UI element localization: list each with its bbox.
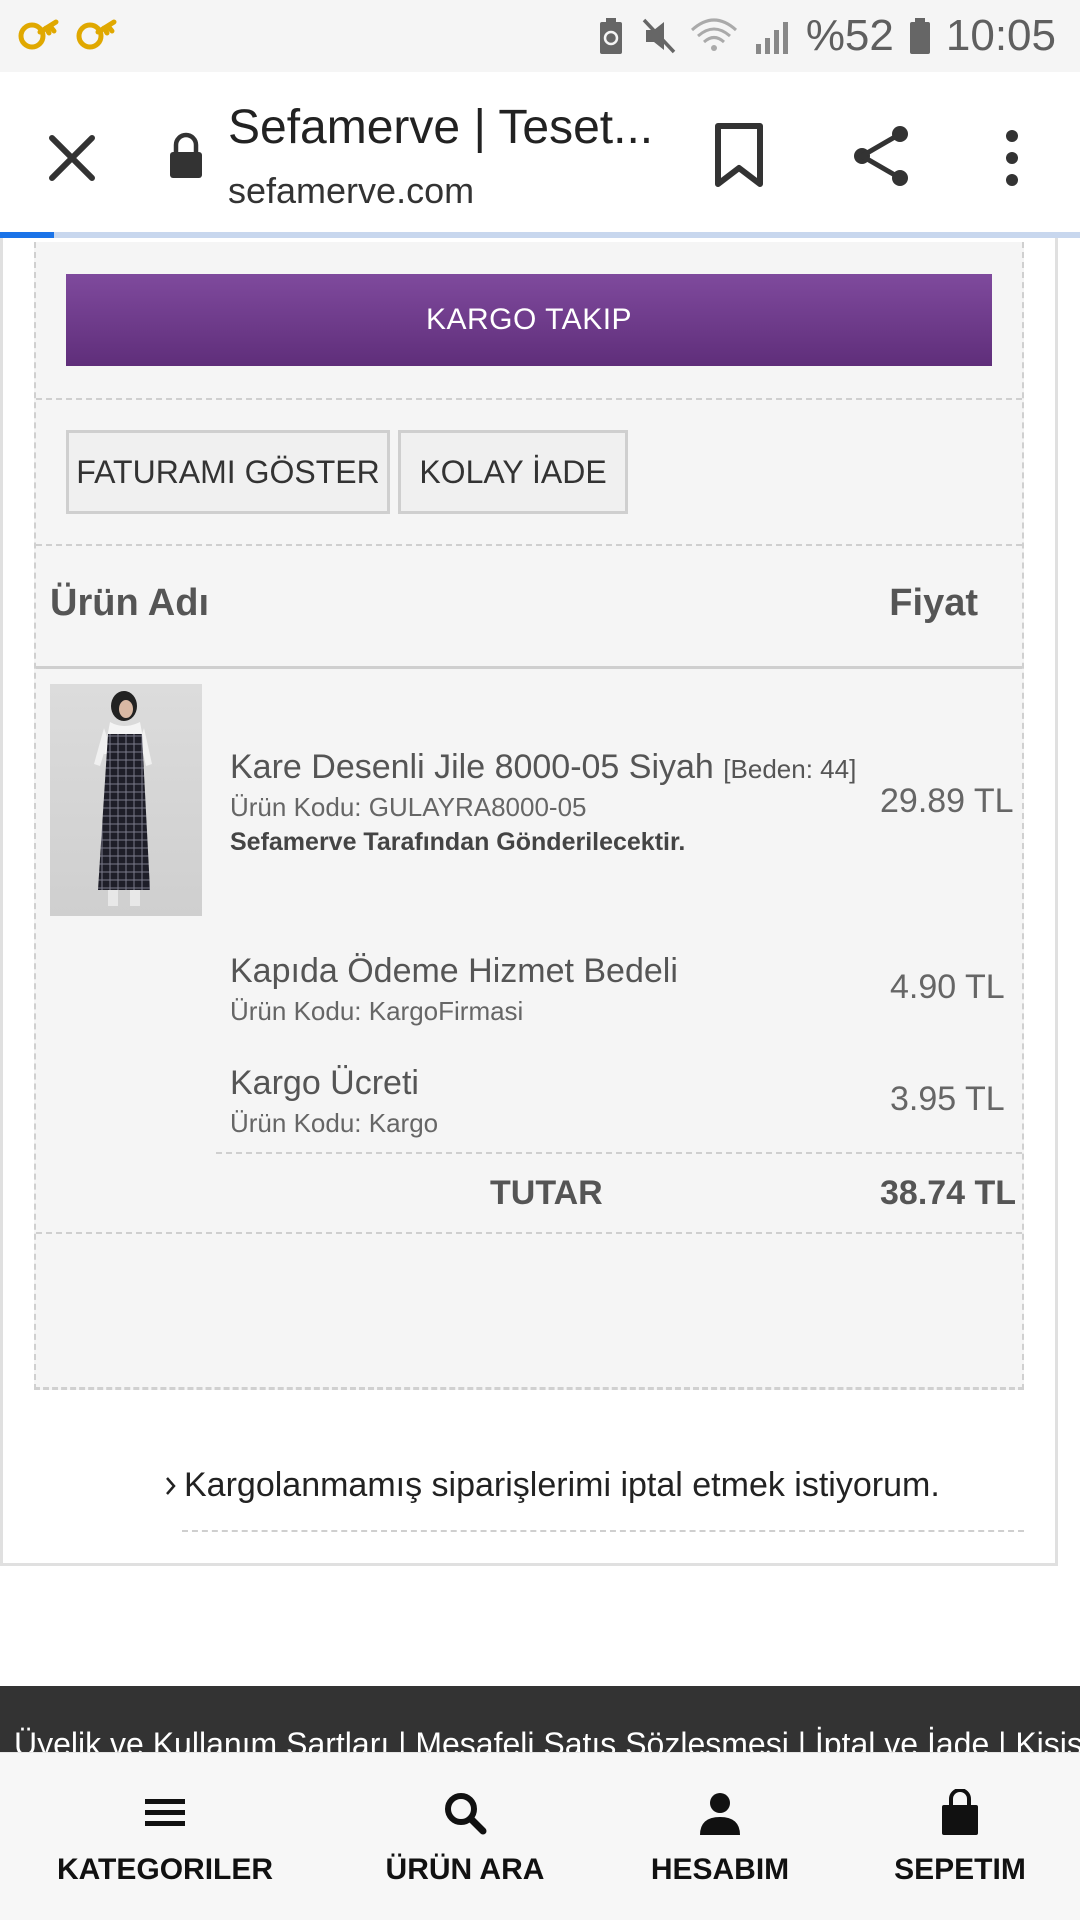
cancel-orders-link[interactable]: Kargolanmamış siparişlerimi iptal etmek … xyxy=(164,1466,940,1505)
nav-label: KATEGORILER xyxy=(56,1853,274,1886)
show-invoice-button[interactable]: FATURAMI GÖSTER xyxy=(66,430,390,514)
table-header-divider xyxy=(36,666,1022,669)
footer-links-bar: Üyelik ve Kullanım Şartları | Mesafeli S… xyxy=(0,1686,1080,1756)
item-size: [Beden: 44] xyxy=(723,754,857,784)
easy-return-button[interactable]: KOLAY İADE xyxy=(398,430,628,514)
shipper-note: Sefamerve Tarafından Gönderilecektir. xyxy=(230,828,686,856)
page-title: Sefamerve | Teset... xyxy=(228,101,654,154)
item-name: Kare Desenli Jile 8000-05 Siyah [Beden: … xyxy=(230,748,856,787)
battery-saver-icon xyxy=(599,18,622,54)
bag-icon xyxy=(942,1789,978,1835)
item-code: Ürün Kodu: KargoFirmasi xyxy=(230,996,524,1026)
status-bar: %52 10:05 xyxy=(0,0,1080,72)
column-header-price: Fiyat xyxy=(889,582,978,624)
wifi-icon xyxy=(690,18,737,51)
nav-label: HESABIM xyxy=(650,1853,790,1886)
share-icon[interactable] xyxy=(852,124,912,188)
kargo-takip-button[interactable]: KARGO TAKIP xyxy=(66,274,992,366)
battery-icon xyxy=(909,18,930,54)
divider xyxy=(36,544,1022,546)
item-code: Ürün Kodu: GULAYRA8000-05 xyxy=(230,792,587,822)
product-figure-icon xyxy=(94,691,152,906)
product-image[interactable] xyxy=(50,684,202,916)
signal-icon xyxy=(755,22,788,54)
item-price: 29.89 TL xyxy=(880,782,1014,820)
nav-cart[interactable]: SEPETIM xyxy=(880,1753,1040,1920)
column-header-product: Ürün Adı xyxy=(50,582,210,624)
divider xyxy=(216,1152,1022,1154)
cancel-orders-text: Kargolanmamış siparişlerimi iptal etmek … xyxy=(184,1466,940,1504)
page-url[interactable]: sefamerve.com xyxy=(228,170,474,212)
nav-label: SEPETIM xyxy=(894,1853,1026,1886)
key-notification-icon xyxy=(18,19,59,50)
close-icon[interactable] xyxy=(42,128,102,188)
item-price: 4.90 TL xyxy=(890,968,1005,1006)
item-name-text: Kare Desenli Jile 8000-05 Siyah xyxy=(230,748,714,786)
item-code: Ürün Kodu: Kargo xyxy=(230,1108,439,1138)
item-price: 3.95 TL xyxy=(890,1080,1005,1118)
nav-search[interactable]: ÜRÜN ARA xyxy=(380,1753,550,1920)
bookmark-icon[interactable] xyxy=(712,122,766,188)
divider xyxy=(36,398,1022,400)
lock-icon xyxy=(170,132,202,178)
item-name: Kapıda Ödeme Hizmet Bedeli xyxy=(230,952,678,990)
search-icon xyxy=(445,1793,487,1835)
nav-categories[interactable]: KATEGORILER xyxy=(56,1753,274,1920)
nav-label: ÜRÜN ARA xyxy=(385,1853,545,1886)
chevron-right-icon xyxy=(166,1476,176,1495)
battery-percent: %52 xyxy=(805,11,894,60)
divider xyxy=(182,1530,1024,1532)
browser-toolbar: Sefamerve | Teset... sefamerve.com xyxy=(0,72,1080,234)
notification-icons xyxy=(16,14,118,58)
nav-account[interactable]: HESABIM xyxy=(640,1753,800,1920)
key-notification-icon xyxy=(76,19,117,50)
bottom-navigation: KATEGORILER ÜRÜN ARA HESABIM SEPETIM xyxy=(0,1752,1080,1920)
item-name: Kargo Ücreti xyxy=(230,1064,419,1102)
divider xyxy=(36,1232,1022,1234)
mute-icon xyxy=(642,18,676,54)
total-label: TUTAR xyxy=(490,1174,603,1212)
user-icon xyxy=(700,1793,740,1835)
clock: 10:05 xyxy=(945,11,1056,60)
total-value: 38.74 TL xyxy=(880,1174,1017,1212)
menu-icon xyxy=(145,1799,185,1826)
more-options-icon[interactable] xyxy=(1000,128,1024,188)
